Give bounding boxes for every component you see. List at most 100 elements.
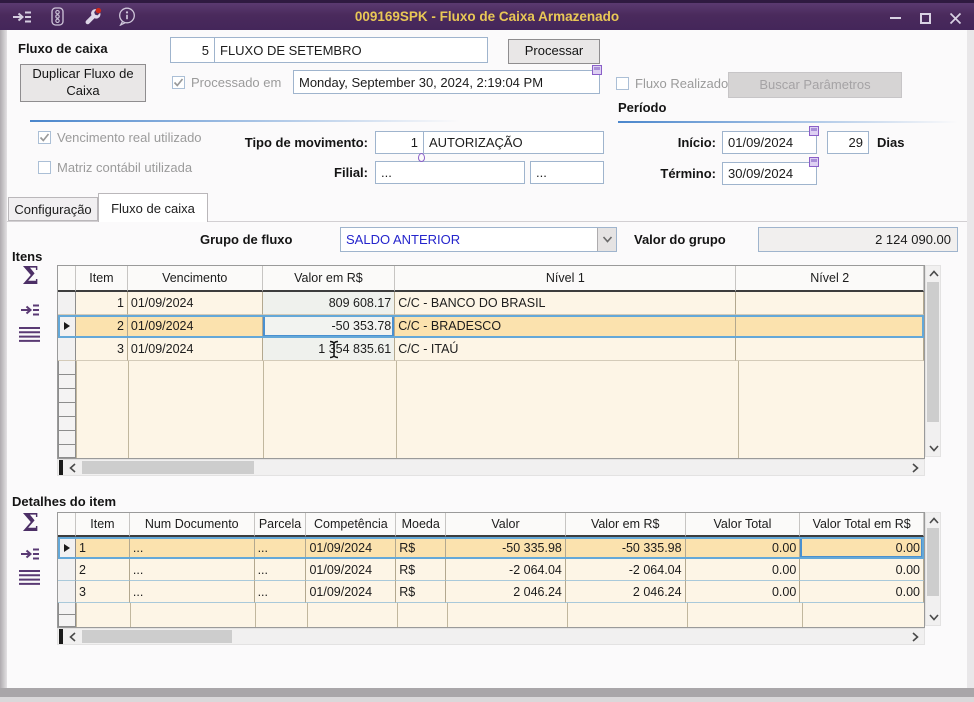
scrollbar-thumb[interactable] (927, 282, 939, 422)
processado-em-checkbox[interactable]: Processado em (172, 75, 281, 90)
cell-vencimento[interactable]: 01/09/2024 (128, 338, 263, 361)
column-header[interactable]: Parcela (255, 513, 307, 537)
cell-num-documento[interactable]: ... (130, 581, 255, 603)
filial-valor-1[interactable]: ... (376, 165, 524, 180)
inicio-value[interactable]: 01/09/2024 (723, 135, 816, 150)
filial-field-1[interactable]: ... (375, 161, 525, 184)
table-row[interactable]: 3 01/09/2024 1 354 835.61 C/C - ITAÚ (58, 338, 924, 361)
processado-data-value[interactable]: Monday, September 30, 2024, 2:19:04 PM (294, 75, 599, 90)
cell-vencimento[interactable]: 01/09/2024 (128, 292, 263, 315)
column-header[interactable]: Item (76, 266, 128, 292)
filial-valor-2[interactable]: ... (531, 165, 603, 180)
cell-moeda[interactable]: R$ (396, 559, 446, 581)
column-header[interactable]: Moeda (396, 513, 446, 537)
row-selector[interactable] (58, 292, 76, 315)
row-selector[interactable] (58, 417, 76, 431)
cell-competencia[interactable]: 01/09/2024 (306, 559, 396, 581)
column-header[interactable]: Competência (306, 513, 396, 537)
row-selector[interactable] (58, 603, 76, 615)
scroll-right-button[interactable] (908, 629, 923, 644)
row-selector[interactable] (58, 615, 76, 627)
column-header[interactable]: Valor (446, 513, 566, 537)
detalhes-hscrollbar[interactable] (57, 628, 925, 645)
scrollbar-thumb[interactable] (82, 461, 254, 474)
wrench-icon[interactable] (82, 7, 102, 27)
tipo-movimento-field[interactable]: 1 AUTORIZAÇÃO (375, 131, 604, 154)
column-header[interactable]: Nível 1 (395, 266, 736, 292)
grupo-selected-value[interactable]: SALDO ANTERIOR (341, 232, 597, 247)
cell-nivel1[interactable]: C/C - BRADESCO (395, 315, 736, 338)
cell-valor-total[interactable]: 0.00 (686, 581, 801, 603)
row-selector[interactable] (58, 338, 76, 361)
cell-parcela[interactable]: ... (255, 559, 307, 581)
column-header[interactable]: Vencimento (128, 266, 263, 292)
cell-valor-rs[interactable]: 2 046.24 (566, 581, 686, 603)
cell-valor-total-rs[interactable]: 0.00 (800, 559, 924, 581)
matriz-contabil-checkbox[interactable]: Matriz contábil utilizada (38, 160, 192, 175)
dropdown-arrow-icon[interactable] (597, 228, 616, 251)
duplicar-fluxo-button[interactable]: Duplicar Fluxo de Caixa (20, 64, 146, 102)
table-row-selected[interactable]: 1 ... ... 01/09/2024 R$ -50 335.98 -50 3… (58, 537, 924, 559)
cell-moeda[interactable]: R$ (396, 581, 446, 603)
menu-icon[interactable] (18, 569, 41, 591)
vencimento-real-checkbox[interactable]: Vencimento real utilizado (38, 130, 202, 145)
fluxo-nome-value[interactable]: FLUXO DE SETEMBRO (215, 43, 487, 58)
scroll-left-button[interactable] (65, 629, 80, 644)
table-row-selected[interactable]: 2 01/09/2024 -50 353.78 C/C - BRADESCO (58, 315, 924, 338)
column-header[interactable]: Valor Total (686, 513, 801, 537)
scroll-up-button[interactable] (926, 266, 941, 281)
close-button[interactable] (946, 9, 964, 27)
row-selector[interactable] (58, 581, 76, 603)
cell-nivel2[interactable] (736, 292, 924, 315)
cell-valor[interactable]: -50 335.98 (446, 537, 566, 559)
maximize-button[interactable] (916, 9, 934, 27)
dias-field[interactable]: 29 (827, 131, 869, 154)
cell-valor-rs[interactable]: -2 064.04 (566, 559, 686, 581)
splitter-handle[interactable] (59, 460, 63, 475)
cell-parcela[interactable]: ... (255, 581, 307, 603)
calendar-icon[interactable] (809, 126, 819, 136)
fluxo-numero-value[interactable]: 5 (171, 38, 215, 62)
cell-num-documento[interactable]: ... (130, 559, 255, 581)
cell-valor-total[interactable]: 0.00 (686, 559, 801, 581)
table-row[interactable]: 2 ... ... 01/09/2024 R$ -2 064.04 -2 064… (58, 559, 924, 581)
cell-valor[interactable]: 2 046.24 (446, 581, 566, 603)
sum-icon[interactable]: Σ (22, 264, 39, 288)
row-selector[interactable] (58, 431, 76, 445)
row-selector[interactable] (58, 403, 76, 417)
minimize-button[interactable] (886, 9, 904, 27)
cell-valor-focused[interactable]: -50 353.78 (263, 315, 396, 338)
cell-competencia[interactable]: 01/09/2024 (306, 581, 396, 603)
row-selector[interactable] (58, 375, 76, 389)
cell-valor-total-rs-focused[interactable]: 0.00 (800, 537, 924, 559)
cell-item[interactable]: 2 (76, 315, 128, 338)
cell-nivel1[interactable]: C/C - ITAÚ (395, 338, 736, 361)
cell-valor-total-rs[interactable]: 0.00 (800, 581, 924, 603)
cell-competencia[interactable]: 01/09/2024 (306, 537, 396, 559)
cell-nivel1[interactable]: C/C - BANCO DO BRASIL (395, 292, 736, 315)
cell-valor[interactable]: -2 064.04 (446, 559, 566, 581)
scrollbar-thumb[interactable] (927, 528, 939, 596)
scroll-down-button[interactable] (926, 441, 941, 456)
itens-vscrollbar[interactable] (925, 265, 941, 457)
row-selector[interactable] (58, 361, 76, 375)
processar-button[interactable]: Processar (508, 39, 600, 64)
sum-icon[interactable]: Σ (22, 511, 39, 535)
dias-value[interactable]: 29 (849, 135, 863, 150)
cell-parcela[interactable]: ... (255, 537, 307, 559)
cell-valor[interactable]: 809 608.17 (263, 292, 396, 315)
cell-item[interactable]: 3 (76, 581, 130, 603)
tab-configuracao[interactable]: Configuração (8, 197, 98, 221)
column-header[interactable]: Num Documento (130, 513, 255, 537)
column-header[interactable]: Item (76, 513, 130, 537)
column-header[interactable]: Valor Total em R$ (800, 513, 924, 537)
cell-nivel2[interactable] (736, 338, 924, 361)
row-selector[interactable] (58, 389, 76, 403)
goto-row-icon[interactable] (20, 303, 40, 322)
inicio-field[interactable]: 01/09/2024 (722, 131, 817, 154)
cell-vencimento[interactable]: 01/09/2024 (128, 315, 263, 338)
calendar-icon[interactable] (592, 65, 602, 75)
cell-item[interactable]: 1 (76, 537, 130, 559)
cell-num-documento[interactable]: ... (130, 537, 255, 559)
column-header[interactable]: Nível 2 (736, 266, 924, 292)
